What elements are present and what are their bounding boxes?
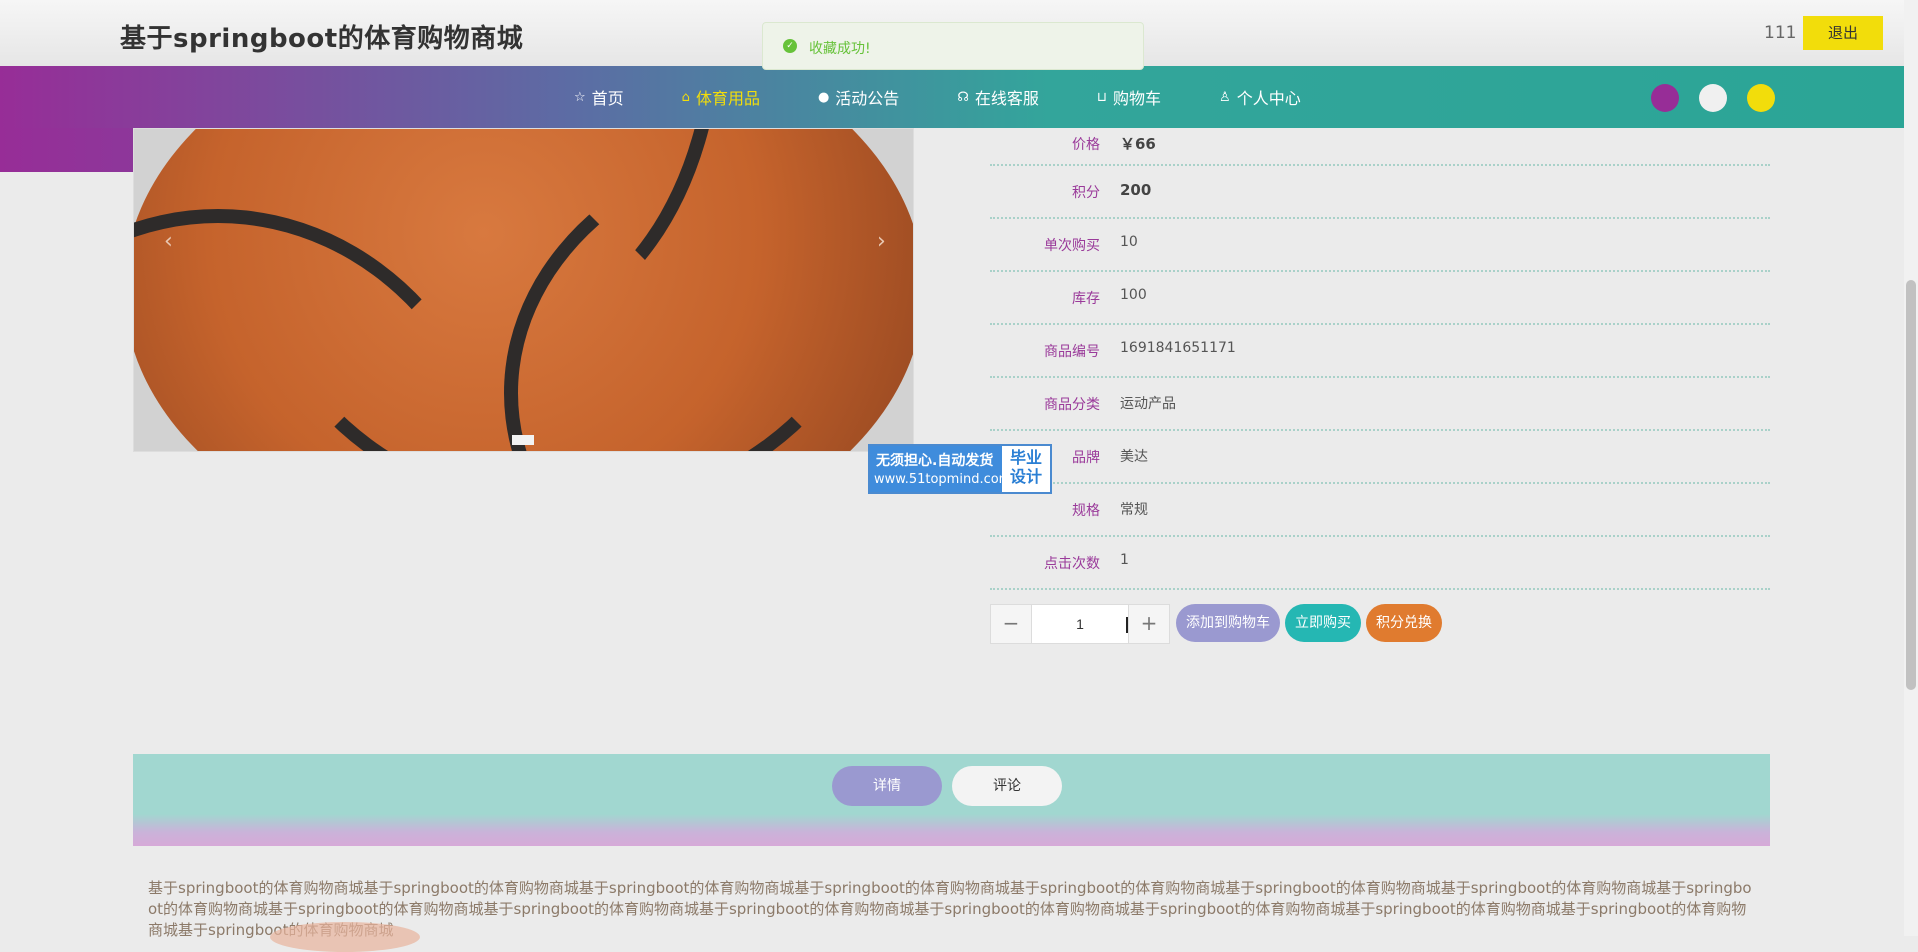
check-circle-icon: ✓ (783, 39, 797, 53)
detail-label: 价格 (1072, 137, 1100, 153)
info-icon: ● (817, 89, 830, 105)
description-image (270, 922, 420, 952)
detail-value: 常规 (1120, 502, 1148, 518)
success-toast: ✓ 收藏成功! (762, 22, 1144, 70)
detail-value: 200 (1120, 181, 1152, 199)
nav-item-home[interactable]: ☆ 首页 (574, 66, 624, 128)
add-to-cart-button[interactable]: 添加到购物车 (1176, 604, 1280, 642)
nav-item-profile[interactable]: ♙ 个人中心 (1219, 66, 1301, 128)
detail-label: 商品编号 (1044, 344, 1100, 360)
user-icon: ♙ (1219, 89, 1231, 105)
carousel-next-icon[interactable]: › (877, 229, 886, 254)
tab-comments[interactable]: 评论 (952, 766, 1062, 806)
theme-dot-yellow[interactable] (1747, 84, 1775, 112)
watermark-left: 无须担心.自动发货 www.51topmind.com (870, 446, 1011, 492)
detail-row-points: 积分 200 (990, 166, 1770, 219)
product-details: 价格 ￥66 积分 200 单次购买 10 库存 100 商品编号 169184… (990, 128, 1770, 590)
nav-item-label: 首页 (591, 89, 624, 108)
buy-now-button[interactable]: 立即购买 (1285, 604, 1361, 642)
nav-item-cart[interactable]: ⊔ 购物车 (1097, 66, 1161, 128)
detail-value: 美达 (1120, 449, 1148, 465)
main-navbar: ☆ 首页 ⌂ 体育用品 ● 活动公告 ☊ 在线客服 ⊔ 购物车 ♙ 个人中心 (0, 66, 1904, 128)
headset-icon: ☊ (957, 89, 969, 105)
detail-label: 单次购买 (1044, 238, 1100, 254)
detail-tabs-bar: 详情 评论 (133, 754, 1770, 846)
detail-value: 10 (1120, 234, 1138, 250)
detail-value: 运动产品 (1120, 396, 1176, 412)
detail-label: 库存 (1072, 291, 1100, 307)
text-cursor (1126, 617, 1128, 633)
points-exchange-button[interactable]: 积分兑换 (1366, 604, 1442, 642)
detail-row-category: 商品分类 运动产品 (990, 378, 1770, 431)
detail-row-single-purchase: 单次购买 10 (990, 219, 1770, 272)
scrollbar-thumb[interactable] (1906, 280, 1916, 690)
detail-label: 规格 (1072, 503, 1100, 519)
watermark-badge: 无须担心.自动发货 www.51topmind.com 毕业设计 (868, 444, 1052, 494)
detail-label: 积分 (1072, 185, 1100, 201)
detail-value: 100 (1120, 287, 1147, 303)
site-title: 基于springboot的体育购物商城 (120, 24, 524, 54)
watermark-url: www.51topmind.com (874, 472, 1012, 487)
toast-message: 收藏成功! (809, 41, 871, 57)
detail-label: 商品分类 (1044, 397, 1100, 413)
detail-row-product-id: 商品编号 1691841651171 (990, 325, 1770, 378)
nav-item-label: 体育用品 (695, 89, 760, 108)
detail-value: 1 (1120, 552, 1129, 568)
nav-item-label: 活动公告 (835, 89, 900, 108)
detail-row-clicks: 点击次数 1 (990, 537, 1770, 590)
detail-label: 点击次数 (1044, 556, 1100, 572)
bag-icon: ⌂ (681, 89, 690, 105)
nav-item-label: 个人中心 (1236, 89, 1301, 108)
nav-item-sports-goods[interactable]: ⌂ 体育用品 (682, 66, 760, 128)
detail-value: 1691841651171 (1120, 340, 1236, 356)
quantity-increase-button[interactable]: + (1128, 605, 1169, 643)
detail-row-brand: 品牌 美达 (990, 431, 1770, 484)
nav-item-label: 购物车 (1113, 89, 1162, 108)
nav-item-label: 在线客服 (974, 89, 1039, 108)
watermark-slogan: 无须担心.自动发货 (876, 453, 994, 469)
detail-value: ￥66 (1120, 135, 1156, 153)
quantity-input[interactable] (1032, 605, 1128, 643)
nav-item-announcements[interactable]: ● 活动公告 (818, 66, 899, 128)
detail-row-price: 价格 ￥66 (990, 128, 1770, 166)
theme-dot-purple[interactable] (1651, 84, 1679, 112)
detail-row-stock: 库存 100 (990, 272, 1770, 325)
logout-button[interactable]: 退出 (1803, 16, 1883, 50)
theme-dot-white[interactable] (1699, 84, 1727, 112)
product-image-basketball (134, 129, 913, 451)
cart-icon: ⊔ (1096, 89, 1108, 105)
nav-item-customer-service[interactable]: ☊ 在线客服 (957, 66, 1039, 128)
star-icon: ☆ (574, 89, 586, 105)
product-image-carousel[interactable]: ‹ › (133, 128, 914, 452)
detail-row-spec: 规格 常规 (990, 484, 1770, 537)
nav-items: ☆ 首页 ⌂ 体育用品 ● 活动公告 ☊ 在线客服 ⊔ 购物车 ♙ 个人中心 (574, 66, 1359, 128)
quantity-decrease-button[interactable]: − (991, 605, 1032, 643)
quantity-stepper: − + (990, 604, 1170, 644)
carousel-indicator[interactable] (512, 435, 534, 445)
user-name: 111 (1764, 23, 1797, 43)
carousel-prev-icon[interactable]: ‹ (164, 229, 173, 254)
watermark-tag: 毕业设计 (1009, 448, 1042, 486)
tab-details[interactable]: 详情 (832, 766, 942, 806)
